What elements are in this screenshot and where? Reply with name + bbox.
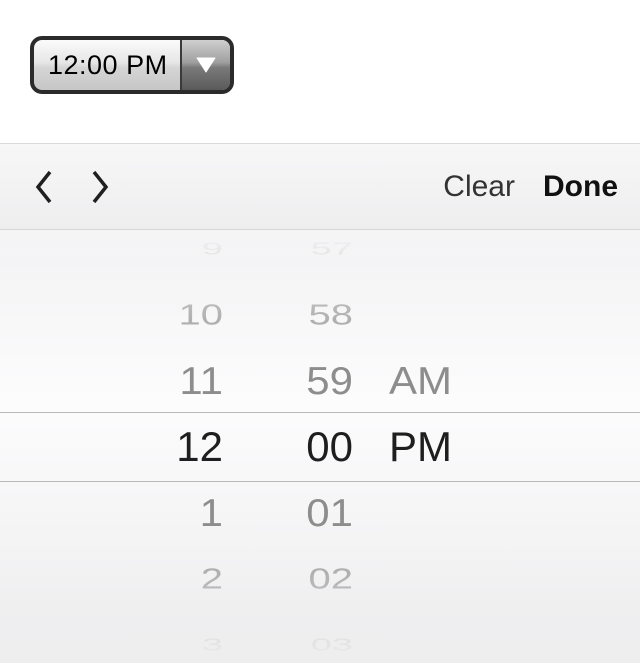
ampm-spacer xyxy=(389,482,515,543)
top-area: 12:00 PM xyxy=(0,0,640,143)
hour-option[interactable]: 3 xyxy=(125,630,223,660)
minute-wheel[interactable]: 56 57 58 59 00 01 02 03 04 xyxy=(255,230,385,663)
time-dropdown[interactable]: 12:00 PM xyxy=(30,36,234,94)
hour-option[interactable]: 9 xyxy=(125,234,223,264)
picker-toolbar: Clear Done xyxy=(0,144,640,230)
minute-option-selected[interactable]: 00 xyxy=(255,414,353,480)
triangle-down-icon xyxy=(196,57,216,73)
ampm-spacer xyxy=(389,555,515,603)
hour-option-selected[interactable]: 12 xyxy=(125,414,223,480)
minute-option[interactable]: 01 xyxy=(255,482,353,543)
time-dropdown-value: 12:00 PM xyxy=(34,40,180,90)
done-button[interactable]: Done xyxy=(543,170,618,204)
minute-option[interactable]: 03 xyxy=(255,630,353,660)
ampm-spacer xyxy=(389,291,515,339)
hour-option[interactable]: 10 xyxy=(125,291,223,339)
chevron-left-icon xyxy=(33,169,55,205)
minute-option[interactable]: 58 xyxy=(255,291,353,339)
hour-option[interactable]: 1 xyxy=(125,482,223,543)
next-field-button[interactable] xyxy=(78,165,122,209)
wheels: 8 9 10 11 12 1 2 3 4 56 57 58 59 00 xyxy=(0,230,640,663)
prev-field-button[interactable] xyxy=(22,165,66,209)
minute-option[interactable]: 02 xyxy=(255,555,353,603)
hour-option[interactable]: 11 xyxy=(125,350,223,411)
hour-option[interactable]: 2 xyxy=(125,555,223,603)
clear-button[interactable]: Clear xyxy=(443,170,515,204)
chevron-right-icon xyxy=(89,169,111,205)
ampm-option[interactable]: AM xyxy=(389,350,515,411)
dropdown-arrow-button[interactable] xyxy=(180,40,230,90)
ampm-spacer xyxy=(389,234,515,264)
minute-option[interactable]: 59 xyxy=(255,350,353,411)
hour-wheel[interactable]: 8 9 10 11 12 1 2 3 4 xyxy=(125,230,255,663)
ampm-wheel[interactable]: AM PM xyxy=(385,230,515,663)
wheel-area: 8 9 10 11 12 1 2 3 4 56 57 58 59 00 xyxy=(0,230,640,663)
minute-option[interactable]: 57 xyxy=(255,234,353,264)
picker-panel: Clear Done 8 9 10 11 12 1 2 3 4 56 xyxy=(0,143,640,663)
ampm-option-selected[interactable]: PM xyxy=(389,414,515,480)
ampm-spacer xyxy=(389,630,515,660)
